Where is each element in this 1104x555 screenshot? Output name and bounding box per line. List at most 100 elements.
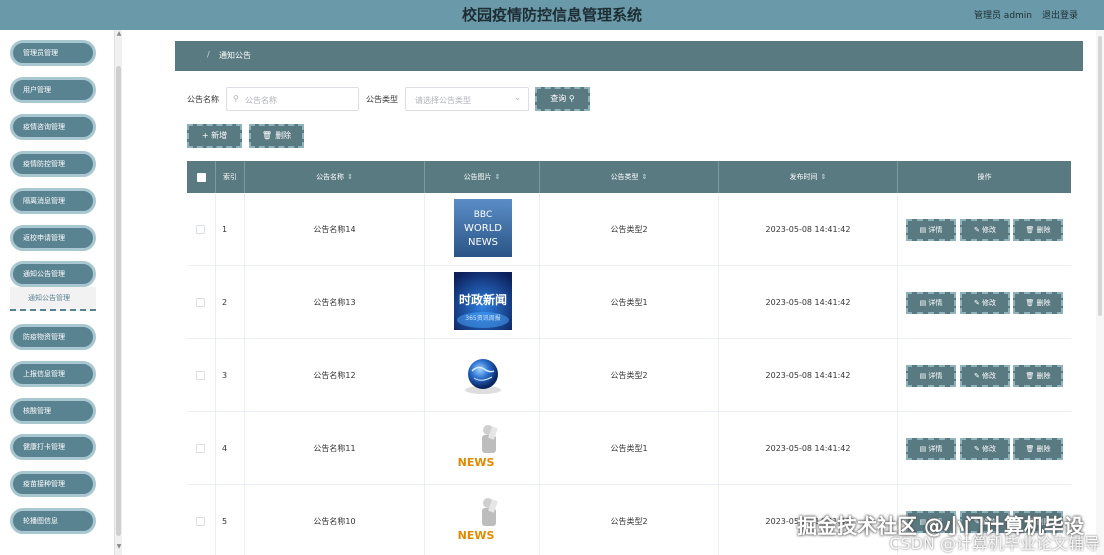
svg-text:365资讯周报: 365资讯周报 (465, 314, 500, 322)
page-scrollbar[interactable] (1096, 30, 1104, 555)
app-title: 校园疫情防控信息管理系统 (461, 6, 642, 24)
sidebar-item-vaccine[interactable]: 疫苗接种管理 (10, 471, 96, 497)
search-icon: ⚲ (233, 94, 239, 103)
row-checkbox[interactable] (196, 444, 205, 453)
breadcrumb-current[interactable]: 通知公告 (219, 50, 251, 61)
notice-type-label: 公告类型 (366, 95, 398, 104)
row-image-cell: BBC WORLD NEWS (425, 193, 540, 266)
sidebar-item-isolation[interactable]: 隔离消息管理 (10, 188, 96, 214)
sidebar-item-supplies[interactable]: 防疫物资管理 (10, 324, 96, 350)
sort-icon[interactable]: ⇕ (347, 173, 353, 181)
table-row: 2 公告名称13 时政新闻 365资讯周报 公告类型1 2023-05-08 1… (187, 266, 1071, 339)
svg-text:NEWS: NEWS (458, 529, 495, 542)
sidebar-item-nucleic[interactable]: 核酸管理 (10, 398, 96, 424)
row-image-cell: NEWS (425, 412, 540, 485)
delete-button[interactable]: 🗑 删除 (1013, 219, 1063, 241)
sidebar-item-carousel[interactable]: 轮播图信息 (10, 508, 96, 534)
row-select-cell (187, 485, 216, 555)
globe-image[interactable] (454, 345, 512, 403)
sidebar-item-users[interactable]: 用户管理 (10, 77, 96, 103)
pencil-icon: ✎ (973, 445, 983, 453)
header-type[interactable]: 公告类型 ⇕ (540, 161, 719, 193)
svg-text:时政新闻: 时政新闻 (459, 292, 507, 307)
header-select-all[interactable] (187, 161, 216, 193)
row-type: 公告类型2 (540, 339, 719, 412)
header-time[interactable]: 发布时间 ⇕ (719, 161, 898, 193)
chevron-down-icon: ⌄ (514, 93, 521, 102)
sort-icon[interactable]: ⇕ (642, 173, 648, 181)
scroll-down-icon[interactable]: ▼ (115, 543, 123, 551)
row-index: 5 (216, 485, 245, 555)
news-figure-image[interactable]: NEWS (454, 491, 512, 549)
edit-button[interactable]: ✎ 修改 (960, 365, 1010, 387)
header-name[interactable]: 公告名称 ⇕ (245, 161, 425, 193)
row-select-cell (187, 412, 216, 485)
table-row: 3 公告名称12 公告类型2 2023-05-08 14:41:42 ▤ 详情 … (187, 339, 1071, 412)
scroll-up-icon[interactable]: ▲ (115, 30, 123, 38)
delete-button[interactable]: 🗑 删除 (1013, 365, 1063, 387)
bbc-world-news-image[interactable]: BBC WORLD NEWS (454, 199, 512, 257)
logout-link[interactable]: 退出登录 (1042, 8, 1078, 21)
sidebar-item-report[interactable]: 上报信息管理 (10, 361, 96, 387)
table-row: 4 公告名称11 NEWS 公告类型1 2023-05-08 14:41:42 … (187, 412, 1071, 485)
notice-type-select[interactable]: 请选择公告类型 ⌄ (405, 87, 529, 111)
row-time: 2023-05-08 14:41:42 (719, 339, 898, 412)
sidebar-item-notice[interactable]: 通知公告管理 (10, 261, 96, 287)
news-figure-image[interactable]: NEWS (454, 418, 512, 476)
edit-label: 修改 (982, 299, 997, 307)
row-checkbox[interactable] (196, 517, 205, 526)
header-type-label: 公告类型 (610, 173, 639, 181)
header-ops: 操作 (977, 173, 992, 181)
delete-button[interactable]: 🗑 删除 (1013, 438, 1063, 460)
notice-name-input[interactable]: ⚲ 公告名称 (226, 87, 359, 111)
breadcrumb-separator: / (207, 50, 210, 59)
detail-button[interactable]: ▤ 详情 (906, 292, 956, 314)
row-checkbox[interactable] (196, 371, 205, 380)
sidebar-scrollbar[interactable]: ▲ ▼ (114, 30, 122, 555)
query-button[interactable]: 查询 ⚲ (535, 87, 590, 111)
table-header: 索引 公告名称 ⇕ 公告图片 ⇕ 公告类型 ⇕ 发布时间 ⇕ 操作 (187, 161, 1071, 193)
edit-button[interactable]: ✎ 修改 (960, 292, 1010, 314)
row-checkbox[interactable] (196, 298, 205, 307)
pencil-icon: ✎ (973, 299, 983, 307)
delete-button[interactable]: 🗑 删除 (1013, 292, 1063, 314)
row-index: 1 (216, 193, 245, 266)
sidebar-scroll-thumb[interactable] (116, 66, 121, 536)
batch-delete-button[interactable]: 🗑 删除 (249, 124, 304, 148)
select-all-checkbox[interactable] (197, 173, 206, 182)
svg-text:WORLD: WORLD (464, 223, 502, 234)
detail-button[interactable]: ▤ 详情 (906, 438, 956, 460)
row-index: 3 (216, 339, 245, 412)
politics-news-image[interactable]: 时政新闻 365资讯周报 (454, 272, 512, 330)
sidebar-item-health-checkin[interactable]: 健康打卡管理 (10, 434, 96, 460)
edit-button[interactable]: ✎ 修改 (960, 219, 1010, 241)
edit-label: 修改 (982, 226, 997, 234)
sort-icon[interactable]: ⇕ (495, 173, 501, 181)
top-bar: 校园疫情防控信息管理系统 管理员 admin 退出登录 (0, 0, 1104, 30)
page-scroll-thumb[interactable] (1098, 36, 1102, 316)
add-button[interactable]: + 新增 (187, 124, 242, 148)
edit-label: 修改 (982, 445, 997, 453)
sidebar-item-admin[interactable]: 管理员管理 (10, 40, 96, 66)
sidebar-subitem-notice[interactable]: 通知公告管理 (10, 287, 96, 311)
delete-label: 删除 (1036, 226, 1051, 234)
detail-button[interactable]: ▤ 详情 (906, 219, 956, 241)
sidebar-item-return-school[interactable]: 返校申请管理 (10, 225, 96, 251)
edit-button[interactable]: ✎ 修改 (960, 438, 1010, 460)
detail-button[interactable]: ▤ 详情 (906, 365, 956, 387)
add-label: + 新增 (201, 131, 228, 140)
sort-icon[interactable]: ⇕ (821, 173, 827, 181)
sidebar-item-epidemic-consult[interactable]: 疫情咨询管理 (10, 114, 96, 140)
row-name: 公告名称11 (245, 412, 425, 485)
row-select-cell (187, 193, 216, 266)
row-checkbox[interactable] (196, 225, 205, 234)
detail-label: 详情 (928, 372, 943, 380)
svg-text:BBC: BBC (474, 210, 492, 220)
batch-delete-label: 删除 (275, 131, 292, 140)
row-time: 2023-05-08 14:41:42 (719, 412, 898, 485)
row-name: 公告名称14 (245, 193, 425, 266)
header-image[interactable]: 公告图片 ⇕ (425, 161, 540, 193)
sidebar-item-epidemic-control[interactable]: 疫情防控管理 (10, 151, 96, 177)
trash-icon: 🗑 (1025, 226, 1037, 234)
header-name-label: 公告名称 (316, 173, 345, 181)
